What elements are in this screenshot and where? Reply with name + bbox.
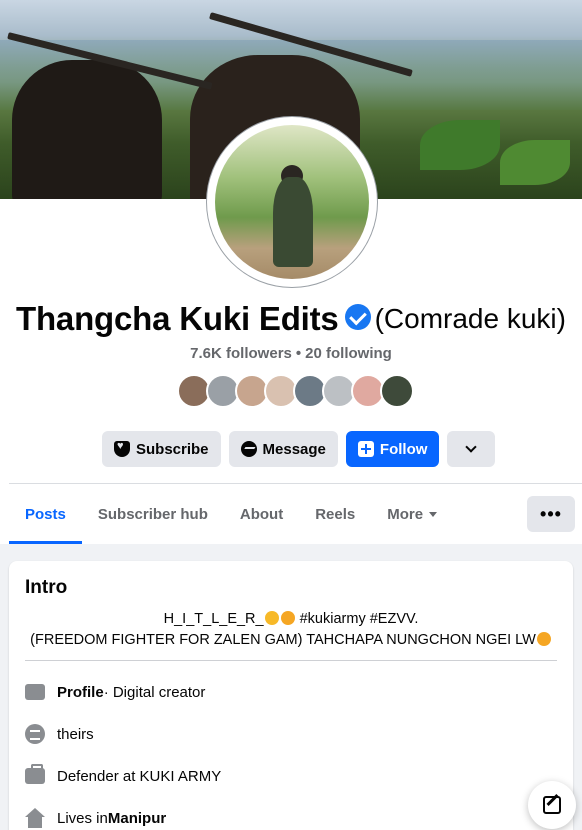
tab-posts[interactable]: Posts <box>9 484 82 544</box>
lives-prefix: Lives in <box>57 809 108 827</box>
profile-category: · Digital creator <box>103 683 206 701</box>
speech-bubble-icon <box>25 724 45 744</box>
profile-actions: Subscribe Message Follow <box>102 431 496 467</box>
chevron-down-icon <box>465 441 478 453</box>
emoji-icon <box>264 611 279 625</box>
following-link[interactable]: 20 following <box>305 345 392 362</box>
stats-separator: • <box>295 345 302 362</box>
profile-alternate-name: (Comrade kuki) <box>374 303 566 334</box>
intro-divider <box>25 660 557 661</box>
bio-line-1: H_I_T_L_E_R_ #kukiarmy #EZVV. <box>9 609 573 630</box>
followers-link[interactable]: 7.6K followers <box>190 345 292 362</box>
cover-foliage <box>420 120 500 170</box>
tab-more[interactable]: More <box>371 484 453 544</box>
heart-hands-emoji-icon <box>280 611 295 625</box>
tab-posts-label: Posts <box>25 505 66 523</box>
lives-location[interactable]: Manipur <box>108 810 166 827</box>
intro-pronoun-row: theirs <box>25 720 94 748</box>
bio-text-b: #kukiarmy #EZVV. <box>295 611 419 627</box>
profile-tabs: Posts Subscriber hub About Reels More <box>9 484 453 544</box>
bio-text-c: (FREEDOM FIGHTER FOR ZALEN GAM) TAHCHAPA… <box>30 632 536 648</box>
tab-about-label: About <box>239 505 284 523</box>
home-icon <box>25 808 45 828</box>
intro-bio: H_I_T_L_E_R_ #kukiarmy #EZVV. (FREEDOM F… <box>9 609 573 651</box>
intro-profile-row: Profile · Digital creator <box>25 678 205 706</box>
briefcase-icon <box>25 764 45 784</box>
emoji-icon <box>536 632 551 646</box>
follow-button[interactable]: Follow <box>345 431 440 467</box>
avatar-person-body <box>273 177 313 267</box>
caret-down-icon <box>429 511 438 517</box>
message-label: Message <box>262 440 326 458</box>
intro-card: Intro H_I_T_L_E_R_ #kukiarmy #EZVV. (FRE… <box>9 561 573 830</box>
tab-reels[interactable]: Reels <box>299 484 371 544</box>
subscribe-icon <box>114 440 130 457</box>
cover-foliage <box>500 140 570 185</box>
verified-badge-icon <box>344 304 371 330</box>
profile-name-row: Thangcha Kuki Edits (Comrade kuki) <box>0 300 582 338</box>
follower-avatars[interactable] <box>177 374 414 408</box>
work-text: Defender at KUKI ARMY <box>57 767 222 785</box>
profile-menu-button[interactable]: ••• <box>527 496 575 532</box>
profile-avatar[interactable] <box>207 117 377 287</box>
cover-figure-left <box>12 60 162 199</box>
intro-work-row: Defender at KUKI ARMY <box>25 762 221 790</box>
bio-text-a: H_I_T_L_E_R_ <box>163 611 264 627</box>
avatar-photo <box>215 125 369 279</box>
messenger-icon <box>240 441 257 457</box>
compose-button[interactable] <box>528 781 576 829</box>
profile-card-icon <box>25 684 45 700</box>
message-button[interactable]: Message <box>228 431 338 467</box>
subscribe-button[interactable]: Subscribe <box>102 431 221 467</box>
bio-line-2: (FREEDOM FIGHTER FOR ZALEN GAM) TAHCHAPA… <box>9 630 573 651</box>
pronoun-text: theirs <box>57 725 94 743</box>
follow-stats: 7.6K followers • 20 following <box>0 345 582 362</box>
edit-icon <box>543 796 561 814</box>
follow-icon <box>357 441 374 457</box>
tab-reels-label: Reels <box>315 505 356 523</box>
tab-subscriber-hub[interactable]: Subscriber hub <box>82 484 224 544</box>
intro-title: Intro <box>25 577 68 598</box>
ellipsis-icon: ••• <box>540 503 562 524</box>
profile-name: Thangcha Kuki Edits <box>16 300 339 337</box>
tab-subscriber-hub-label: Subscriber hub <box>97 505 208 523</box>
tab-more-label: More <box>387 505 424 523</box>
follower-avatar[interactable] <box>380 374 414 408</box>
follow-label: Follow <box>379 440 428 458</box>
more-actions-button[interactable] <box>447 431 496 467</box>
subscribe-label: Subscribe <box>136 440 209 458</box>
tab-about[interactable]: About <box>224 484 299 544</box>
profile-label: Profile <box>57 683 104 701</box>
intro-location-row: Lives in Manipur <box>25 804 166 830</box>
